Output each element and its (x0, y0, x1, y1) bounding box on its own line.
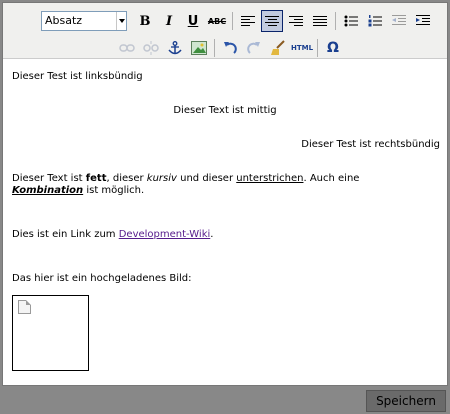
italic-icon: I (165, 13, 173, 29)
undo-icon (224, 42, 237, 54)
italic-text: kursiv (146, 173, 177, 184)
editor-toolbar: Absatz B I U ABC HTML Ω (3, 3, 447, 59)
rich-text-editor: Absatz B I U ABC HTML Ω Dieser Test ist … (0, 0, 450, 414)
chevron-down-icon[interactable] (116, 12, 126, 30)
paragraph-right-aligned: Dieser Test ist rechtsbündig (301, 139, 440, 150)
align-left-button[interactable] (237, 10, 259, 32)
paragraph-left-aligned: Dieser Test ist linksbündig (12, 71, 143, 82)
align-center-button[interactable] (261, 10, 283, 32)
text: ist möglich. (83, 185, 145, 196)
toolbar-row-1: Absatz B I U ABC (41, 8, 435, 34)
underline-icon: U (187, 13, 199, 29)
unlink-icon (143, 41, 159, 55)
undo-button[interactable] (219, 37, 241, 59)
align-justify-button[interactable] (309, 10, 331, 32)
text: , dieser (106, 173, 147, 184)
broken-image-icon (18, 300, 31, 314)
paragraph-formatting: Dieser Text ist fett, dieser kursiv und … (12, 173, 422, 197)
link-icon (119, 44, 135, 52)
uploaded-image[interactable] (12, 295, 89, 371)
broom-icon (271, 40, 285, 55)
development-wiki-link[interactable]: Development-Wiki (119, 229, 211, 240)
numbered-list-icon (368, 15, 382, 27)
align-center-icon (265, 15, 279, 27)
cleanup-button[interactable] (267, 37, 289, 59)
bullet-list-icon (344, 15, 358, 27)
insert-link-button[interactable] (116, 37, 138, 59)
redo-icon (247, 42, 260, 54)
strikethrough-button[interactable]: ABC (206, 10, 228, 32)
numbered-list-button[interactable] (364, 10, 386, 32)
redo-button[interactable] (243, 37, 265, 59)
paragraph-centered: Dieser Text ist mittig (173, 105, 277, 116)
indent-icon (416, 15, 430, 25)
text: Dieser Text ist (12, 173, 86, 184)
special-character-button[interactable]: Ω (322, 37, 344, 59)
bold-icon: B (139, 13, 151, 29)
bold-button[interactable]: B (134, 10, 156, 32)
toolbar-separator (317, 39, 318, 57)
bullet-list-button[interactable] (340, 10, 362, 32)
html-source-button[interactable]: HTML (291, 37, 313, 59)
italic-button[interactable]: I (158, 10, 180, 32)
combined-format-text: Kombination (12, 185, 84, 196)
outdent-icon (392, 15, 406, 25)
editor-frame: Absatz B I U ABC HTML Ω Dieser Test ist … (2, 2, 448, 386)
toolbar-separator (214, 39, 215, 57)
align-right-icon (289, 15, 303, 27)
format-select-value: Absatz (45, 14, 83, 27)
underline-button[interactable]: U (182, 10, 204, 32)
align-justify-icon (313, 15, 327, 27)
insert-image-button[interactable] (188, 37, 210, 59)
strikethrough-icon: ABC (207, 16, 227, 26)
toolbar-separator (335, 12, 336, 30)
underlined-text: unterstrichen (236, 173, 304, 184)
text: und dieser (176, 173, 237, 184)
unlink-button[interactable] (140, 37, 162, 59)
toolbar-separator (232, 12, 233, 30)
toolbar-row-2: HTML Ω (115, 35, 345, 61)
editor-footer: Speichern (0, 388, 450, 414)
image-icon (191, 41, 207, 55)
text: Dies ist ein Link zum (12, 229, 119, 240)
bold-text: fett (85, 173, 107, 184)
text: . Auch eine (303, 173, 360, 184)
outdent-button[interactable] (388, 10, 410, 32)
text: . (210, 229, 214, 240)
anchor-icon (168, 41, 182, 55)
anchor-button[interactable] (164, 37, 186, 59)
save-button[interactable]: Speichern (366, 390, 446, 412)
format-select[interactable]: Absatz (41, 11, 127, 31)
paragraph-image-caption: Das hier ist ein hochgeladenes Bild: (12, 273, 192, 284)
indent-button[interactable] (412, 10, 434, 32)
omega-icon: Ω (327, 40, 339, 56)
editor-content[interactable]: Dieser Test ist linksbündig Dieser Text … (3, 60, 447, 385)
align-right-button[interactable] (285, 10, 307, 32)
html-icon: HTML (290, 44, 314, 52)
align-left-icon (241, 15, 255, 27)
paragraph-link: Dies ist ein Link zum Development-Wiki. (12, 229, 213, 241)
